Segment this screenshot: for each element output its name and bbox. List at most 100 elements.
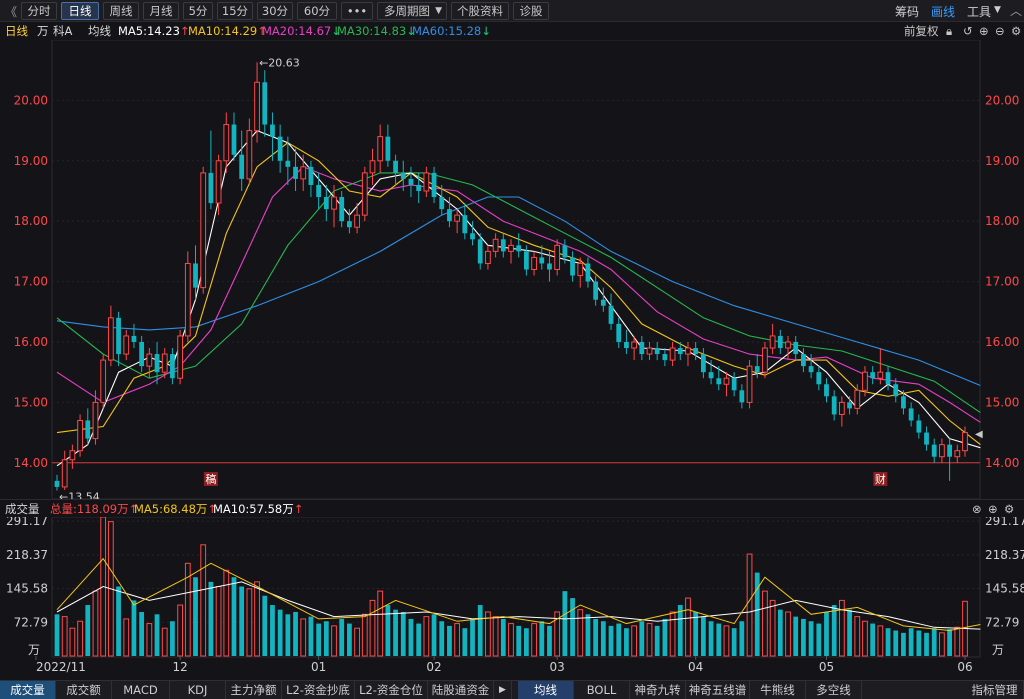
volume-bar-down: [908, 628, 914, 656]
period-tab-fenshi[interactable]: 分时: [21, 2, 57, 20]
tools-chevron-icon[interactable]: ▼: [994, 5, 1001, 15]
candle-down: [262, 82, 268, 125]
tab-long-short[interactable]: 多空线: [806, 681, 862, 699]
undo-icon[interactable]: ↺: [963, 22, 973, 40]
volume-title[interactable]: 成交量: [5, 500, 40, 518]
tab-indicator-manage[interactable]: 指标管理: [966, 681, 1024, 699]
tab-magic-five[interactable]: 神奇五线谱: [686, 681, 750, 699]
volume-tick-label-right: 72.79: [985, 615, 1019, 629]
candle-up: [215, 160, 222, 204]
lock-icon[interactable]: 🔒︎: [946, 22, 952, 40]
collapse-icon[interactable]: 《: [5, 3, 17, 20]
close-panel-icon[interactable]: ⊗: [972, 500, 982, 518]
zoom-in-icon[interactable]: ⊕: [979, 22, 989, 40]
volume-bar-down: [924, 632, 929, 656]
period-tab-weekly[interactable]: 周线: [103, 2, 139, 20]
volume-bar-up: [854, 616, 861, 657]
zoom-out-icon[interactable]: ⊖: [995, 22, 1005, 40]
fold-up-icon[interactable]: ︿: [1010, 2, 1022, 19]
ma60-value: MA60:15.28↓: [412, 24, 491, 38]
tab-kdj[interactable]: KDJ: [170, 681, 226, 699]
candle-up: [646, 347, 653, 355]
period-tab-30min[interactable]: 30分: [257, 2, 293, 20]
tab-scroll-right-icon[interactable]: ▶: [494, 681, 512, 699]
price-tick-label-right: 15.00: [985, 395, 1019, 409]
draw-line-button[interactable]: 画线: [931, 3, 955, 20]
kline-chart[interactable]: 20.00 19.00 18.00 17.00 16.00 15.00 14.00 20.0…: [0, 40, 1024, 680]
candle-up: [669, 347, 676, 361]
candle-up: [939, 444, 945, 458]
period-tab-monthly[interactable]: 月线: [143, 2, 179, 20]
candle-down: [316, 184, 322, 198]
candle-down: [408, 178, 414, 185]
tab-ma[interactable]: 均线: [518, 681, 574, 699]
candle-down: [285, 160, 291, 167]
price-axis-right: 20.00 19.00 18.00 17.00 16.00 15.00 14.00: [985, 93, 1019, 469]
volume-tick-label-left: 72.79: [14, 615, 48, 629]
tab-turnover[interactable]: 成交额: [56, 681, 112, 699]
candle-down: [416, 184, 422, 191]
candle-down: [847, 402, 852, 409]
candle-up: [369, 160, 376, 174]
chips-button[interactable]: 筹码: [895, 3, 919, 20]
volume-bar-down: [600, 621, 606, 656]
tab-bull-bear[interactable]: 牛熊线: [750, 681, 806, 699]
volume-bar-up: [838, 599, 845, 657]
volume-bar-up: [423, 616, 430, 657]
multi-period-dropdown[interactable]: 多周期图 ▼: [377, 2, 447, 20]
event-marker-label: 财: [875, 472, 886, 486]
candle-up: [107, 317, 114, 361]
candle-up: [531, 256, 537, 270]
candle-down: [170, 354, 175, 379]
stock-profile-button[interactable]: 个股资料: [451, 2, 509, 20]
tools-button[interactable]: 工具: [967, 3, 991, 20]
period-toolbar: 《 分时 日线 周线 月线 5分 15分 30分 60分 ••• 多周期图 ▼ …: [0, 0, 1024, 22]
panel-add-icon[interactable]: ⊕: [988, 500, 998, 518]
volume-bar-up: [454, 623, 461, 657]
panel-settings-icon[interactable]: ⚙: [1004, 500, 1014, 518]
candle-up: [377, 136, 384, 162]
tab-main-net[interactable]: 主力净额: [226, 681, 282, 699]
tab-hk-connect[interactable]: 陆股通资金: [428, 681, 494, 699]
volume-bar-up: [631, 625, 638, 657]
tab-volume[interactable]: 成交量: [0, 681, 56, 699]
volume-bar-up: [577, 609, 584, 657]
tab-l2-position[interactable]: L2-资金仓位: [355, 681, 428, 699]
volume-bar-down: [393, 609, 398, 656]
tab-l2-bottom[interactable]: L2-资金抄底: [282, 681, 355, 699]
candle-down: [547, 263, 552, 270]
volume-bar-down: [170, 621, 175, 656]
diagnose-button[interactable]: 诊股: [513, 2, 549, 20]
candle-up: [746, 365, 753, 403]
candle-down: [585, 263, 591, 282]
period-tab-15min[interactable]: 15分: [217, 2, 253, 20]
volume-bar-down: [562, 591, 568, 656]
period-tab-60min[interactable]: 60分: [297, 2, 337, 20]
period-tab-5min[interactable]: 5分: [183, 2, 213, 20]
volume-total: 总量:118.09万↑: [50, 502, 139, 516]
tab-boll[interactable]: BOLL: [574, 681, 630, 699]
tab-macd[interactable]: MACD: [112, 681, 170, 699]
candle-down: [608, 305, 614, 324]
candle-down: [739, 390, 745, 403]
candle-up: [61, 459, 68, 488]
adjust-mode[interactable]: 前复权: [904, 22, 939, 40]
volume-bar-down: [116, 586, 121, 656]
volume-bar-up: [531, 623, 537, 657]
more-periods-button[interactable]: •••: [341, 2, 373, 20]
settings-icon[interactable]: ⚙: [1011, 22, 1021, 40]
volume-bar-down: [801, 618, 806, 656]
volume-bar-down: [608, 625, 614, 656]
volume-bar-down: [316, 623, 322, 656]
unit-label: 万: [37, 24, 49, 38]
candle-down: [193, 263, 198, 288]
price-axis-left: 20.00 19.00 18.00 17.00 16.00 15.00 14.00: [14, 93, 48, 469]
ma-label[interactable]: 均线: [88, 22, 111, 40]
candle-down: [662, 354, 668, 361]
volume-bar-down: [54, 614, 60, 656]
candle-down: [593, 281, 599, 300]
tab-magic-nine[interactable]: 神奇九转: [630, 681, 686, 699]
period-tab-daily[interactable]: 日线: [61, 2, 99, 20]
volume-bar-up: [954, 626, 961, 657]
volume-bar-down: [293, 611, 298, 656]
